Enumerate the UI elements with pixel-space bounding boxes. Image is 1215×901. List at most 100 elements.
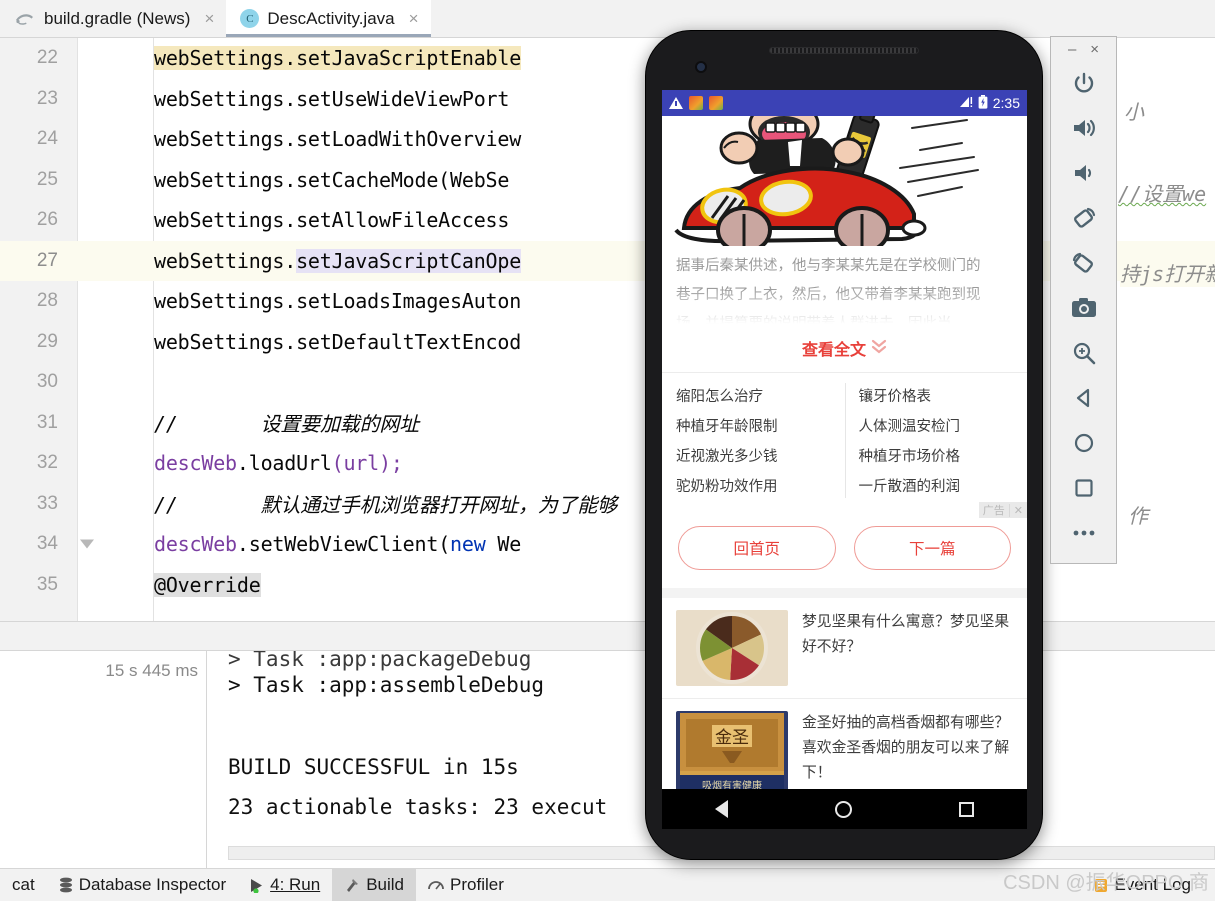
android-navigation-bar	[662, 789, 1027, 829]
code-text: webSettings.setUseWideViewPort	[154, 86, 510, 111]
signal-icon	[959, 95, 973, 111]
hammer-icon	[344, 877, 360, 893]
code-annotation: @Override	[154, 572, 261, 597]
tab-descactivity-java[interactable]: C DescActivity.java ×	[226, 0, 431, 37]
build-duration: 15 s 445 ms	[105, 661, 198, 680]
rotate-left-icon[interactable]	[1050, 195, 1117, 240]
status-item-profiler[interactable]: Profiler	[416, 869, 516, 901]
svg-text:金圣: 金圣	[715, 728, 749, 747]
close-icon[interactable]: ×	[1090, 41, 1099, 58]
line-number: 35	[36, 573, 58, 595]
home-icon[interactable]	[1050, 420, 1117, 465]
more-icon[interactable]	[1050, 510, 1117, 555]
article-paragraph: 场，并提算要的说明带着人群进去，因此当	[676, 316, 952, 332]
line-number: 24	[36, 128, 58, 150]
console-line: 23 actionable tasks: 23 execut	[228, 795, 608, 819]
code-comment: // 默认通过手机浏览器打开网址，为了能够	[154, 493, 617, 518]
home-icon[interactable]	[834, 800, 852, 818]
line-number: 22	[36, 47, 58, 69]
tab-close-icon[interactable]: ×	[409, 9, 419, 29]
minimize-icon[interactable]: –	[1068, 41, 1076, 58]
keyword-link[interactable]: 人体测温安检门	[845, 412, 1028, 442]
line-number: 29	[36, 330, 58, 352]
chevron-double-down-icon	[871, 339, 887, 357]
emulator-toolbar: – ×	[1050, 36, 1117, 564]
overview-icon[interactable]	[1050, 465, 1117, 510]
console-line: BUILD SUCCESSFUL in 15s	[228, 755, 519, 779]
next-article-button[interactable]: 下一篇	[853, 526, 1011, 570]
code-comment: // 设置要加载的网址	[154, 412, 419, 437]
keyword-link[interactable]: 缩阳怎么治疗	[662, 382, 845, 412]
status-item-database-inspector[interactable]: Database Inspector	[47, 869, 238, 901]
android-emulator-window[interactable]: 2:35 据事后秦某供述，他与李某某先是在学校侧门的 巷子口换了上衣，然后，他又…	[645, 30, 1043, 860]
article-paragraph: 巷子口换了上衣，然后，他又带着李某某跑到现	[676, 287, 981, 303]
article-excerpt: 据事后秦某供述，他与李某某先是在学校侧门的 巷子口换了上衣，然后，他又带着李某某…	[662, 246, 1027, 334]
status-bar-clock: 2:35	[992, 95, 1020, 111]
tab-label: build.gradle (News)	[44, 8, 191, 28]
line-number: 27	[36, 249, 58, 271]
article-paragraph: 据事后秦某供述，他与李某某先是在学校侧门的	[676, 258, 981, 274]
ide-status-bar: cat Database Inspector 4: Run Build Prof…	[0, 868, 1215, 901]
phone-front-camera	[695, 61, 707, 73]
line-number: 23	[36, 87, 58, 109]
back-icon[interactable]	[1050, 375, 1117, 420]
screenshot-icon[interactable]	[1050, 285, 1117, 330]
keyword-link[interactable]: 驼奶粉功效作用	[662, 472, 845, 502]
status-item-logcat[interactable]: cat	[0, 869, 47, 901]
tab-build-gradle[interactable]: build.gradle (News) ×	[0, 0, 227, 37]
status-item-label: Build	[366, 875, 405, 894]
status-item-build[interactable]: Build	[332, 868, 417, 901]
line-number: 26	[36, 209, 58, 231]
keyword-link[interactable]: 种植牙市场价格	[845, 442, 1028, 472]
status-item-label: Database Inspector	[78, 875, 227, 894]
console-line: > Task :app:assembleDebug	[228, 673, 545, 697]
code-text: setJavaScriptCanOpe	[296, 248, 522, 273]
side-code-fragment: 作	[1128, 504, 1148, 528]
status-item-label: cat	[12, 875, 35, 894]
battery-icon	[978, 94, 988, 112]
article-thumbnail	[676, 610, 788, 686]
keyword-link[interactable]: 种植牙年龄限制	[662, 412, 845, 442]
tab-close-icon[interactable]: ×	[204, 9, 214, 29]
java-class-icon: C	[240, 9, 260, 28]
tab-label: DescActivity.java	[267, 8, 395, 28]
view-full-article-button[interactable]: 查看全文	[662, 334, 1027, 372]
event-log-icon	[1094, 878, 1108, 893]
list-item[interactable]: 金圣 吸烟有害健康 只是吸烟有害健康 金圣好抽的高档香烟都有哪些？喜欢金圣香烟的…	[662, 699, 1027, 802]
zoom-icon[interactable]	[1050, 330, 1117, 375]
build-task-tree[interactable]: 15 s 445 ms	[0, 651, 207, 868]
view-full-article-label: 查看全文	[801, 342, 866, 359]
collapse-icon[interactable]	[80, 539, 94, 549]
article-hero-image	[662, 116, 1027, 246]
android-status-bar: 2:35	[662, 90, 1027, 116]
overview-icon[interactable]	[958, 801, 974, 817]
back-to-home-button[interactable]: 回首页	[678, 526, 836, 570]
volume-down-icon[interactable]	[1050, 150, 1117, 195]
status-item-run[interactable]: 4: Run	[238, 869, 332, 901]
keyword-link[interactable]: 近视激光多少钱	[662, 442, 845, 472]
status-item-event-log[interactable]: Event Log	[1082, 869, 1203, 901]
keyword-link[interactable]: 镶牙价格表	[845, 382, 1028, 412]
list-item[interactable]: 梦见坚果有什么寓意？梦见坚果好不好？	[662, 598, 1027, 699]
ad-close-icon[interactable]: ✕	[1008, 503, 1027, 517]
warning-triangle-icon	[669, 97, 683, 109]
rotate-right-icon[interactable]	[1050, 240, 1117, 285]
ad-badge[interactable]: 广告 ✕	[978, 502, 1027, 518]
gradle-icon	[14, 11, 36, 27]
article-action-buttons: 回首页 下一篇	[662, 506, 1027, 588]
ad-badge-label: 广告	[982, 505, 1005, 517]
status-item-label: Profiler	[450, 875, 504, 894]
line-number: 32	[36, 452, 58, 474]
power-icon[interactable]	[1050, 60, 1117, 105]
back-icon[interactable]	[715, 800, 729, 818]
code-text: webSettings.setCacheMode(WebSe	[154, 167, 510, 192]
code-text: webSettings.setLoadsImagesAuton	[154, 289, 522, 314]
app-icon	[689, 96, 703, 110]
volume-up-icon[interactable]	[1050, 105, 1117, 150]
emulator-screen[interactable]: 2:35 据事后秦某供述，他与李某某先是在学校侧门的 巷子口换了上衣，然后，他又…	[662, 90, 1027, 802]
keyword-link[interactable]: 一斤散酒的利润	[845, 472, 1028, 502]
article-title: 梦见坚果有什么寓意？梦见坚果好不好？	[802, 614, 1010, 655]
code-text: webSettings.setJavaScriptEnable	[154, 46, 522, 71]
side-code-fragment: 小	[1124, 100, 1144, 124]
console-line: > Task :app:packageDebug	[228, 651, 532, 671]
